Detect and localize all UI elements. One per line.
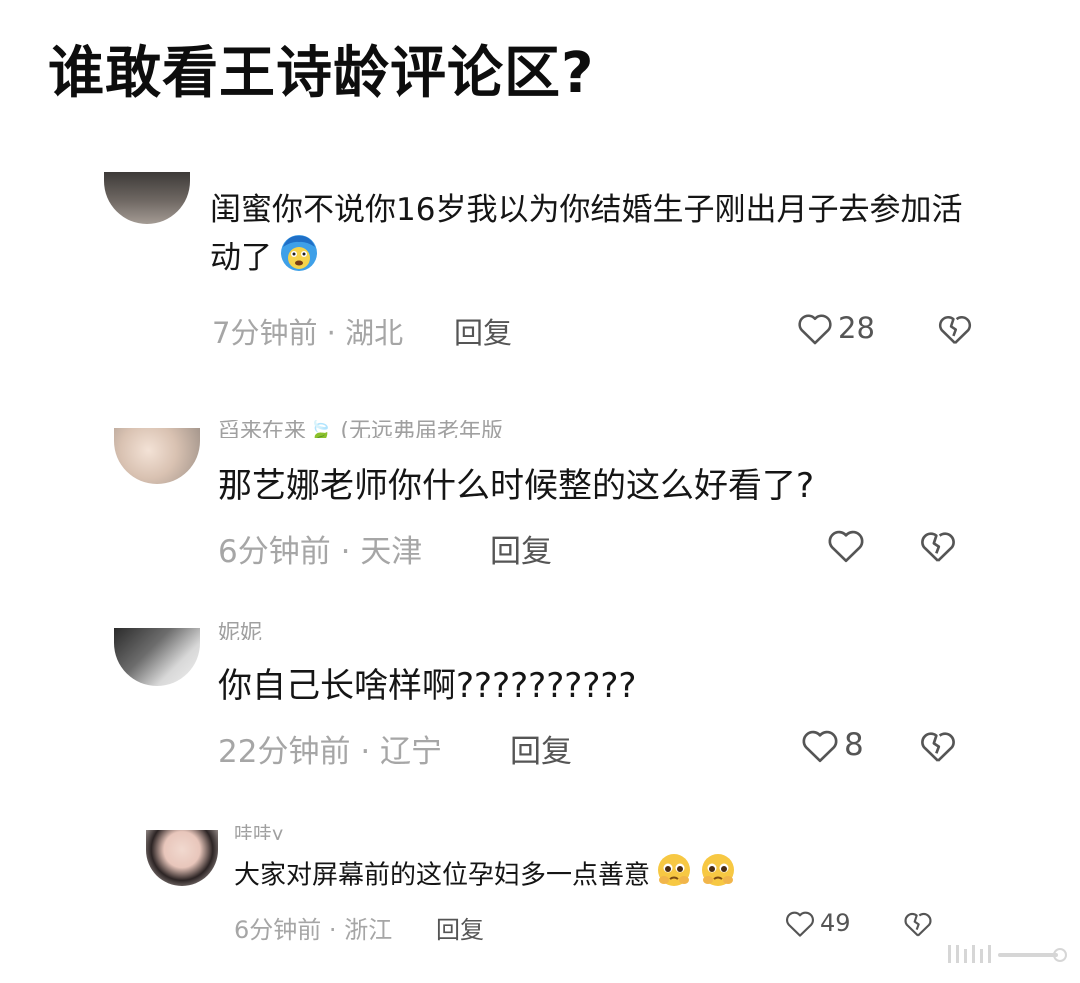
avatar[interactable] (104, 172, 190, 224)
like-button[interactable]: 8 (800, 726, 864, 764)
broken-heart-icon (921, 732, 955, 762)
comment-time: 6分钟前 (234, 916, 322, 944)
heart-icon (798, 314, 832, 345)
separator-dot: · (340, 534, 351, 570)
comment-time: 6分钟前 (218, 534, 331, 570)
comment-text: 闺蜜你不说你16岁我以为你结婚生子刚出月子去参加活动了 (210, 188, 990, 286)
comment-item: 妮妮 你自己长啥样啊?????????? 22分钟前 · 辽宁 回复 8 (0, 620, 1080, 780)
like-button[interactable]: 49 (784, 908, 851, 938)
dislike-button[interactable] (936, 310, 974, 350)
pleading-face-emoji-icon (654, 852, 694, 900)
avatar[interactable] (114, 428, 200, 484)
separator-dot: · (360, 734, 371, 770)
broken-heart-icon (938, 316, 972, 344)
avatar[interactable] (146, 830, 218, 886)
reply-button[interactable]: 回复 (436, 910, 484, 945)
comment-meta: 22分钟前 · 辽宁 (218, 726, 442, 771)
comment-text-content: 闺蜜你不说你16岁我以为你结婚生子刚出月子去参加活动了 (210, 192, 963, 276)
reply-button[interactable]: 回复 (490, 526, 552, 571)
comment-meta: 6分钟前 · 浙江 (234, 910, 392, 945)
comment-item: 哇哇y 大家对屏幕前的这位孕妇多一点善意 6分钟前 · 浙江 回复 49 (0, 822, 1080, 952)
comment-username[interactable]: 妮妮 (218, 622, 418, 640)
heart-icon (786, 911, 814, 937)
watermark (948, 943, 1068, 969)
reply-button[interactable]: 回复 (510, 726, 572, 771)
like-count: 8 (844, 727, 864, 763)
comment-text: 大家对屏幕前的这位孕妇多一点善意 (234, 852, 1014, 900)
like-count: 28 (838, 311, 875, 345)
broken-heart-icon (904, 912, 932, 937)
heart-icon (828, 530, 864, 563)
comment-meta: 7分钟前 · 湖北 (212, 310, 403, 352)
like-count: 49 (820, 909, 851, 937)
comment-time: 22分钟前 (218, 734, 351, 770)
comment-text: 你自己长啥样啊?????????? (218, 666, 637, 706)
comment-item: 舀来在来🍃 (无远弗届老年版 那艺娜老师你什么时候整的这么好看了? 6分钟前 ·… (0, 420, 1080, 580)
comment-location: 浙江 (344, 916, 393, 944)
pleading-face-emoji-icon (698, 852, 738, 900)
dislike-button[interactable] (902, 908, 934, 942)
heart-icon (802, 730, 838, 763)
comment-username[interactable]: 舀来在来🍃 (无远弗届老年版 (218, 420, 688, 438)
separator-dot: · (326, 316, 336, 350)
avatar[interactable] (114, 628, 200, 686)
comment-item: 闺蜜你不说你16岁我以为你结婚生子刚出月子去参加活动了 7分钟前 · 湖北 回复… (0, 168, 1080, 358)
comment-meta: 6分钟前 · 天津 (218, 526, 422, 571)
comment-username[interactable]: 哇哇y (234, 824, 434, 840)
comment-location: 湖北 (345, 316, 404, 350)
watermark-logo-icon (948, 945, 1067, 963)
cold-face-emoji-icon (276, 233, 322, 286)
page-title: 谁敢看王诗龄评论区? (48, 41, 595, 106)
comment-text-content: 大家对屏幕前的这位孕妇多一点善意 (234, 860, 651, 891)
like-button[interactable]: 28 (796, 310, 875, 346)
comment-text: 那艺娜老师你什么时候整的这么好看了? (218, 466, 815, 506)
dislike-button[interactable] (918, 526, 958, 568)
dislike-button[interactable] (918, 726, 958, 768)
reply-button[interactable]: 回复 (454, 310, 512, 352)
like-button[interactable] (826, 526, 870, 564)
separator-dot: · (328, 916, 337, 944)
broken-heart-icon (921, 532, 955, 562)
comment-location: 天津 (360, 534, 423, 570)
comment-time: 7分钟前 (212, 316, 318, 350)
comment-location: 辽宁 (380, 734, 443, 770)
